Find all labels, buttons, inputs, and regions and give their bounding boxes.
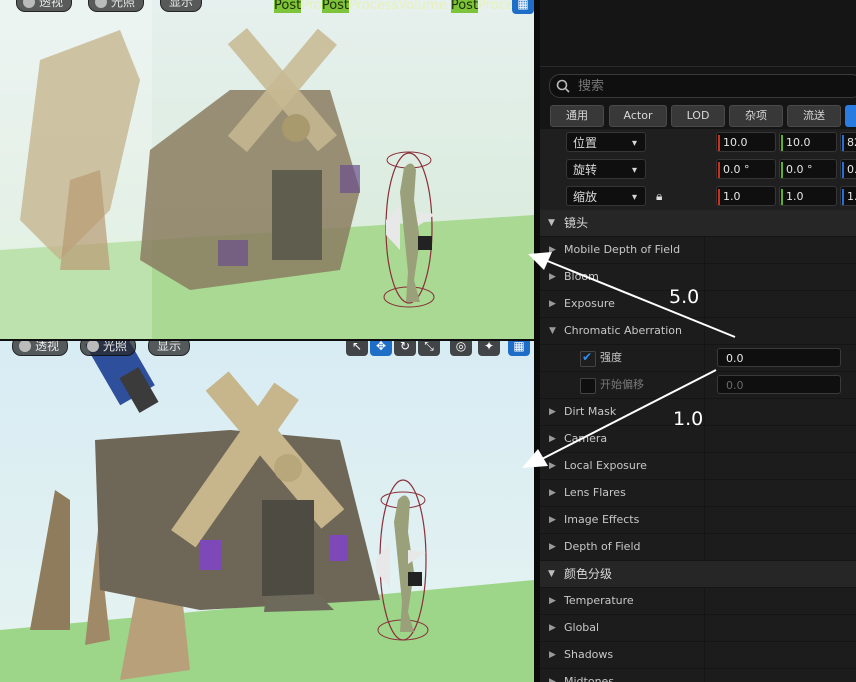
arrow-line-top <box>544 259 736 338</box>
annotation-value-top: 5.0 <box>669 286 700 308</box>
annotation-value-bottom: 1.0 <box>673 408 704 430</box>
annotation-arrows <box>522 252 736 468</box>
